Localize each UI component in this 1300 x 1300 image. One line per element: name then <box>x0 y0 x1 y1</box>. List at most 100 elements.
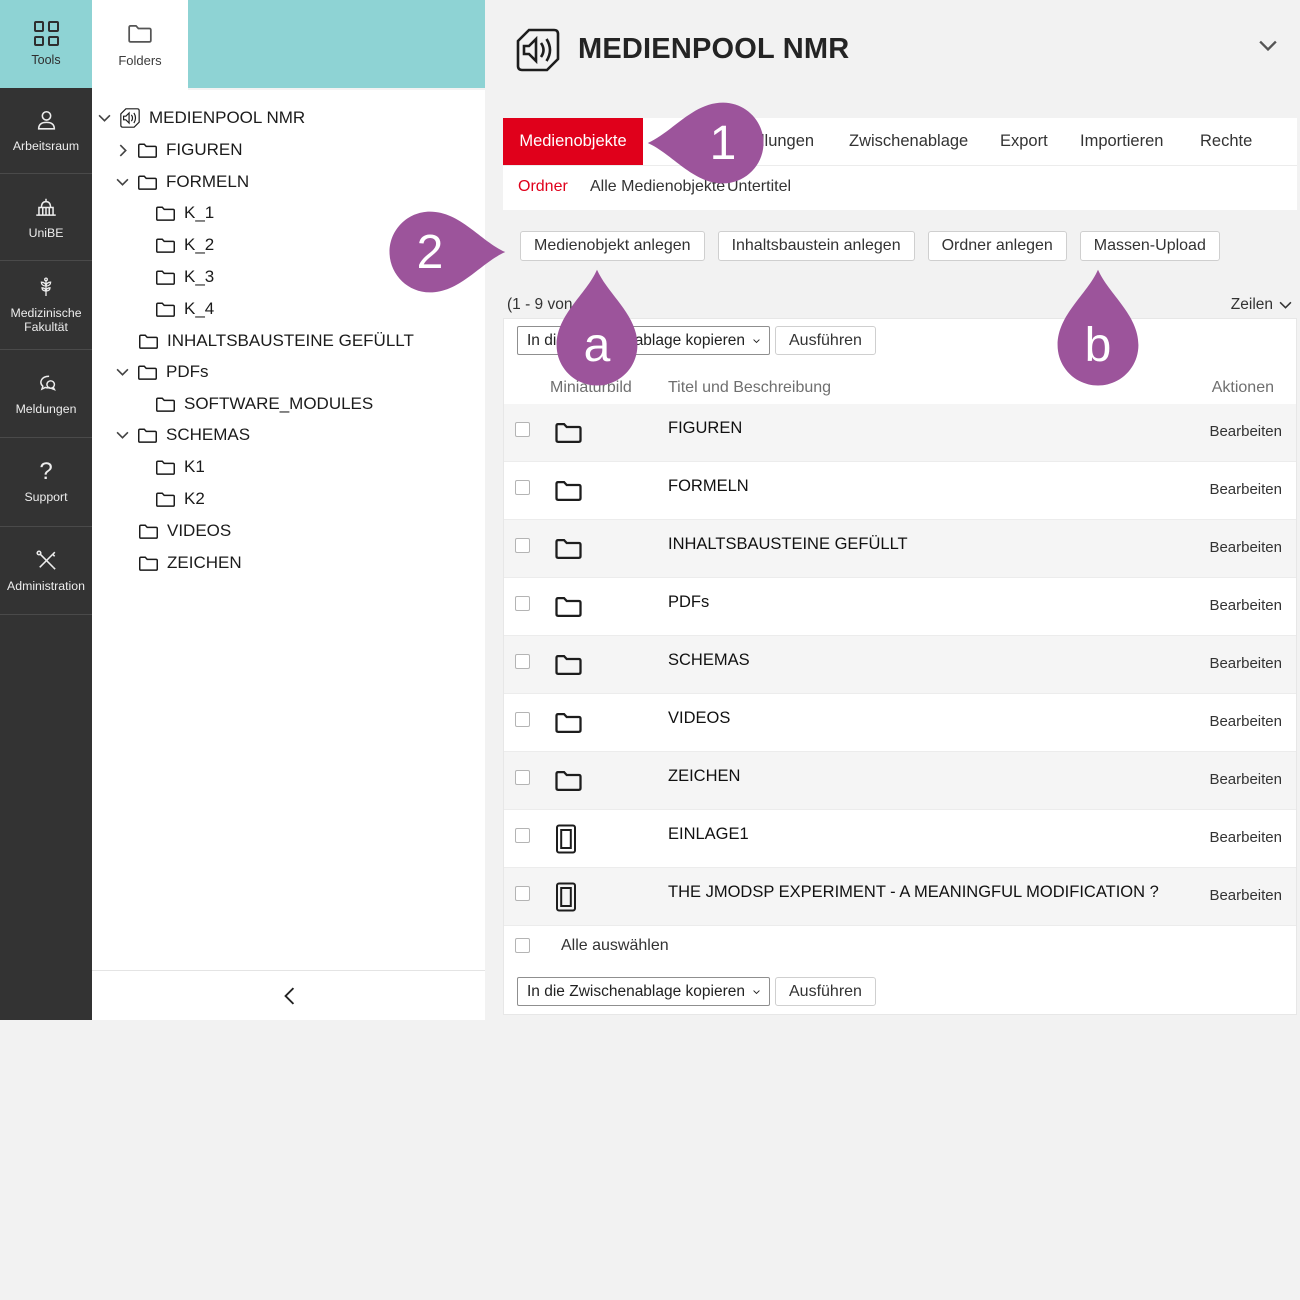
edit-link[interactable]: Bearbeiten <box>1209 829 1282 846</box>
sidebar-item-medizinische-fakultaet[interactable]: Medizinische Fakultät <box>0 261 92 350</box>
row-checkbox[interactable] <box>515 886 530 901</box>
grid-icon <box>34 21 59 46</box>
annotation-marker-1: 1 <box>645 97 769 189</box>
table-row: EINLAGE1 Bearbeiten <box>504 810 1296 868</box>
row-checkbox[interactable] <box>515 480 530 495</box>
collapse-header-chevron-icon[interactable] <box>1258 40 1278 51</box>
tree-node-k3-formeln[interactable]: K_3 <box>155 265 214 289</box>
chevron-down-icon[interactable] <box>116 368 129 376</box>
create-content-snippet-button[interactable]: Inhaltsbaustein anlegen <box>718 231 915 261</box>
rows-dropdown[interactable]: Zeilen <box>1231 296 1292 314</box>
row-checkbox[interactable] <box>515 538 530 553</box>
tree-node-label: SOFTWARE_MODULES <box>184 394 373 414</box>
tree-node-schemas[interactable]: SCHEMAS <box>116 423 250 447</box>
bulk-action-select-bottom[interactable]: In die Zwischenablage kopieren <box>517 977 770 1006</box>
bulk-action-value: In die Zwischenablage kopieren <box>527 983 745 1001</box>
edit-link[interactable]: Bearbeiten <box>1209 539 1282 556</box>
edit-link[interactable]: Bearbeiten <box>1209 655 1282 672</box>
row-checkbox[interactable] <box>515 654 530 669</box>
tree-node-inhaltsbausteine[interactable]: INHALTSBAUSTEINE GEFÜLLT <box>138 329 414 353</box>
sidebar-item-unibe[interactable]: UniBE <box>0 174 92 261</box>
edit-link[interactable]: Bearbeiten <box>1209 771 1282 788</box>
tab-importieren[interactable]: Importieren <box>1080 132 1163 151</box>
row-checkbox[interactable] <box>515 712 530 727</box>
table-row: SCHEMAS Bearbeiten <box>504 636 1296 694</box>
row-title[interactable]: FORMELN <box>668 477 749 496</box>
row-title[interactable]: FIGUREN <box>668 419 742 438</box>
edit-link[interactable]: Bearbeiten <box>1209 887 1282 904</box>
tree-node-figuren[interactable]: FIGUREN <box>116 138 243 162</box>
tree-node-root[interactable]: MEDIENPOOL NMR <box>98 106 305 130</box>
tree-node-videos[interactable]: VIDEOS <box>138 519 231 543</box>
folder-icon <box>138 522 159 540</box>
person-icon <box>34 108 59 133</box>
select-all-checkbox[interactable] <box>515 938 530 953</box>
create-folder-button[interactable]: Ordner anlegen <box>928 231 1067 261</box>
tab-medienobjekte[interactable]: Medienobjekte <box>503 118 643 165</box>
row-checkbox[interactable] <box>515 422 530 437</box>
row-title[interactable]: SCHEMAS <box>668 651 750 670</box>
collapse-tree-button[interactable] <box>275 983 303 1009</box>
chat-icon <box>34 371 59 396</box>
sidebar-item-label: Support <box>21 490 70 505</box>
tools-icon <box>34 548 59 573</box>
row-checkbox[interactable] <box>515 596 530 611</box>
mediapool-icon <box>119 107 141 129</box>
tree-node-label: K_2 <box>184 235 214 255</box>
edit-link[interactable]: Bearbeiten <box>1209 423 1282 440</box>
chevron-right-icon[interactable] <box>116 144 129 157</box>
sidebar-item-support[interactable]: ? Support <box>0 438 92 527</box>
edit-link[interactable]: Bearbeiten <box>1209 481 1282 498</box>
edit-link[interactable]: Bearbeiten <box>1209 597 1282 614</box>
tree-node-k2-formeln[interactable]: K_2 <box>155 233 214 257</box>
chevron-down-icon[interactable] <box>116 431 129 439</box>
row-title[interactable]: ZEICHEN <box>668 767 740 786</box>
sub-tabs: Ordner Alle Medienobjekte Untertitel <box>503 166 1297 210</box>
row-title[interactable]: PDFs <box>668 593 709 612</box>
page-icon <box>554 823 578 855</box>
tree-node-k4-formeln[interactable]: K_4 <box>155 297 214 321</box>
tree-node-label: INHALTSBAUSTEINE GEFÜLLT <box>167 331 414 351</box>
subtab-ordner[interactable]: Ordner <box>518 178 568 196</box>
row-title[interactable]: VIDEOS <box>668 709 730 728</box>
sidebar-item-meldungen[interactable]: Meldungen <box>0 350 92 438</box>
marker-label: b <box>1068 315 1128 375</box>
row-title[interactable]: EINLAGE1 <box>668 825 749 844</box>
table-row: FORMELN Bearbeiten <box>504 462 1296 520</box>
edit-link[interactable]: Bearbeiten <box>1209 713 1282 730</box>
tree-node-formeln[interactable]: FORMELN <box>116 170 249 194</box>
row-title[interactable]: INHALTSBAUSTEINE GEFÜLLT <box>668 535 908 554</box>
tree-node-software-modules[interactable]: SOFTWARE_MODULES <box>155 392 373 416</box>
sidebar-item-administration[interactable]: Administration <box>0 527 92 615</box>
create-media-object-button[interactable]: Medienobjekt anlegen <box>520 231 705 261</box>
chevron-down-icon[interactable] <box>98 114 111 122</box>
tab-folders[interactable]: Folders <box>92 0 188 90</box>
tree-node-label: MEDIENPOOL NMR <box>149 108 305 128</box>
execute-button-top[interactable]: Ausführen <box>775 326 876 355</box>
tree-node-k1-schemas[interactable]: K1 <box>155 455 205 479</box>
execute-button-bottom[interactable]: Ausführen <box>775 977 876 1006</box>
tree-node-pdfs[interactable]: PDFs <box>116 360 209 384</box>
tools-toggle[interactable]: Tools <box>0 0 92 88</box>
tab-zwischenablage[interactable]: Zwischenablage <box>849 132 968 151</box>
tree-node-label: SCHEMAS <box>166 425 250 445</box>
table-row: ZEICHEN Bearbeiten <box>504 752 1296 810</box>
row-checkbox[interactable] <box>515 770 530 785</box>
bulk-upload-button[interactable]: Massen-Upload <box>1080 231 1220 261</box>
row-checkbox[interactable] <box>515 828 530 843</box>
marker-label: a <box>567 315 627 375</box>
tree-node-k2-schemas[interactable]: K2 <box>155 487 205 511</box>
tab-export[interactable]: Export <box>1000 132 1048 151</box>
tree-node-label: VIDEOS <box>167 521 231 541</box>
chevron-down-icon[interactable] <box>116 178 129 186</box>
table-row: INHALTSBAUSTEINE GEFÜLLT Bearbeiten <box>504 520 1296 578</box>
tab-rechte[interactable]: Rechte <box>1200 132 1252 151</box>
page-title: MEDIENPOOL NMR <box>578 33 849 66</box>
row-title[interactable]: THE JMODSP EXPERIMENT - A MEANINGFUL MOD… <box>668 883 1159 902</box>
tree-node-zeichen[interactable]: ZEICHEN <box>138 551 242 575</box>
annotation-marker-b: b <box>1052 267 1144 391</box>
sidebar-item-arbeitsraum[interactable]: Arbeitsraum <box>0 88 92 174</box>
sidebar-item-label: Arbeitsraum <box>10 139 82 154</box>
tree-node-k1-formeln[interactable]: K_1 <box>155 201 214 225</box>
tree-node-label: FIGUREN <box>166 140 243 160</box>
